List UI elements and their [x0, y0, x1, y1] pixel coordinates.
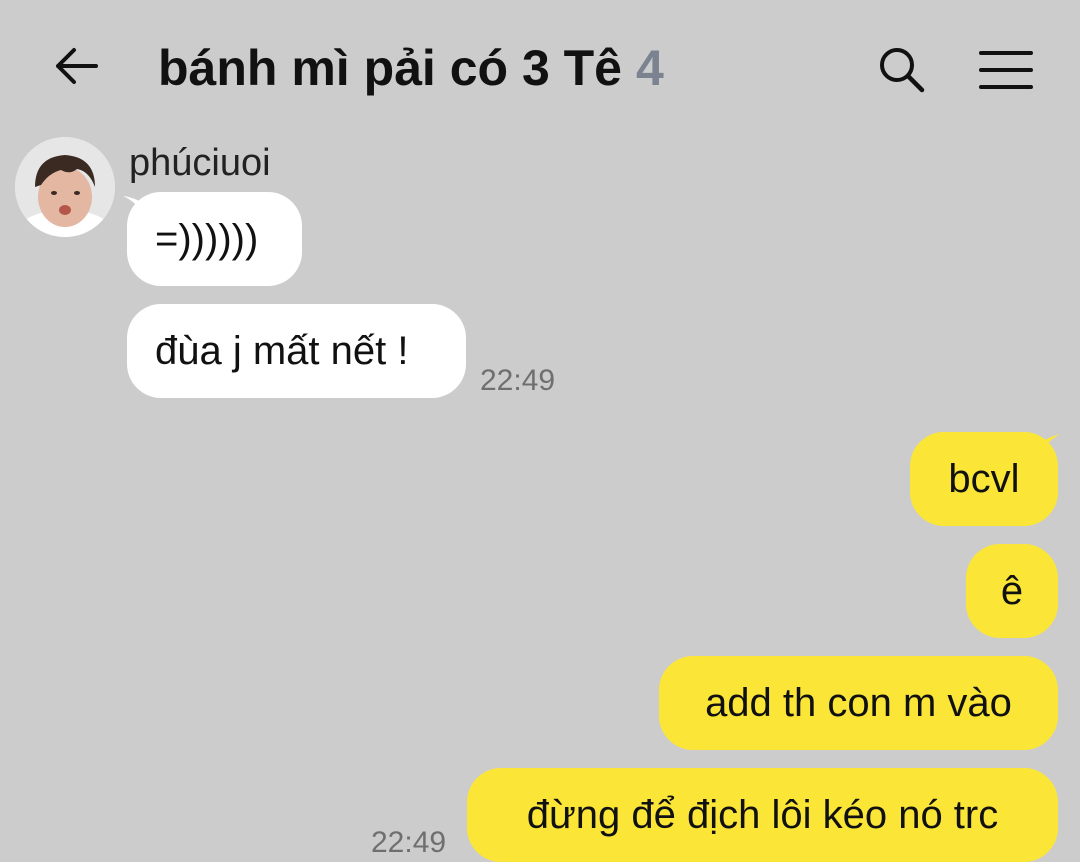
sender-name: phúciuoi	[129, 142, 271, 184]
message-text: add th con m vào	[705, 681, 1012, 725]
avatar-photo	[15, 137, 115, 237]
message-text: đừng để địch lôi kéo nó trc	[526, 793, 999, 837]
message-text: bcvl	[948, 457, 1020, 501]
menu-button[interactable]	[972, 38, 1040, 102]
message-text: ê	[1000, 569, 1024, 613]
chat-title-text: bánh mì pải có 3 Tê	[158, 40, 622, 96]
outgoing-message[interactable]: add th con m vào	[659, 656, 1058, 750]
outgoing-message[interactable]: ê	[966, 544, 1058, 638]
search-icon	[880, 48, 925, 93]
outgoing-message[interactable]: đừng để địch lôi kéo nó trc	[467, 768, 1058, 862]
search-button[interactable]	[870, 38, 934, 102]
hamburger-menu-icon	[979, 51, 1033, 89]
chat-header: bánh mì pải có 3 Tê 4	[0, 0, 1080, 130]
incoming-message[interactable]: =))))))	[127, 192, 302, 286]
message-time: 22:49	[371, 826, 447, 859]
outgoing-message[interactable]: bcvl	[910, 432, 1058, 526]
avatar[interactable]	[15, 137, 115, 237]
message-text: =))))))	[155, 217, 259, 261]
back-button[interactable]	[44, 34, 108, 98]
message-time: 22:49	[480, 364, 556, 397]
member-count: 4	[636, 40, 664, 96]
arrow-left-icon	[56, 48, 98, 84]
message-text: đùa j mất nết !	[155, 329, 409, 373]
incoming-message[interactable]: đùa j mất nết !	[127, 304, 466, 398]
chat-title[interactable]: bánh mì pải có 3 Tê 4	[158, 36, 664, 100]
